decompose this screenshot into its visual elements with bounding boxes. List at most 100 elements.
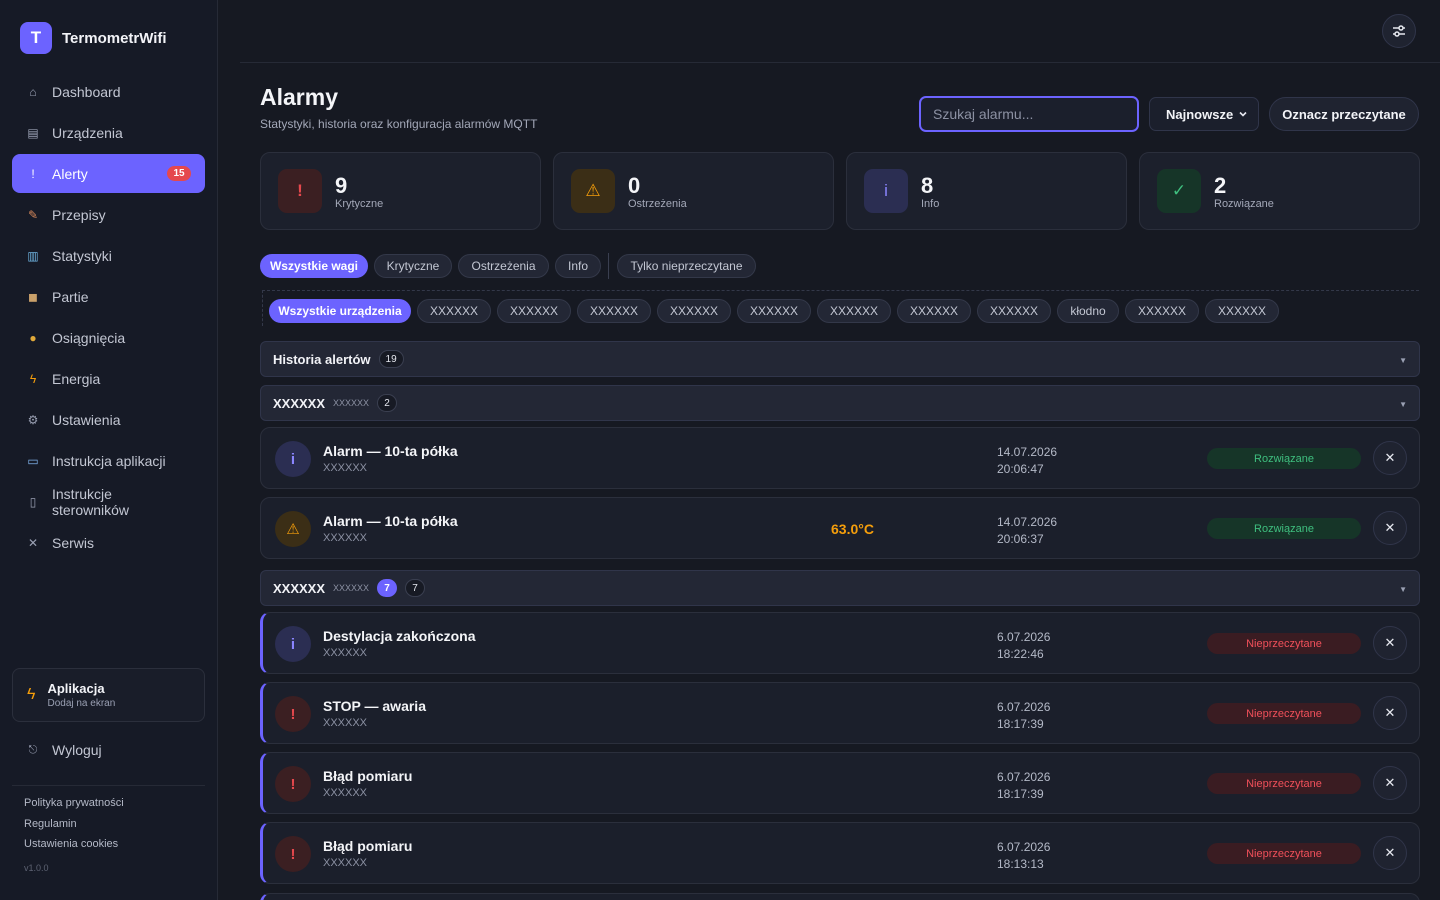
alert-time: 18:17:39 — [997, 717, 1044, 731]
alert-card[interactable]: ⚠ Alarm — 10-ta półka XXXXXX 63.0°C 14.0… — [260, 497, 1420, 559]
filter-divider — [608, 253, 609, 279]
alert-card[interactable]: ! Błąd pomiaru XXXXXX 6.07.2026 18:17:39… — [260, 752, 1420, 814]
devices-icon: ▤ — [27, 125, 39, 140]
info-icon: i — [275, 441, 311, 477]
filter-device[interactable]: XXXXXX — [1205, 299, 1279, 323]
mark-read-button[interactable]: Oznacz przeczytane — [1269, 97, 1419, 131]
filter-device[interactable]: XXXXXX — [417, 299, 491, 323]
filter-all-devices[interactable]: Wszystkie urządzenia — [269, 299, 411, 323]
close-icon: ✕ — [1384, 635, 1396, 650]
close-icon: ✕ — [1384, 705, 1396, 720]
sidebar-item-devices[interactable]: ▤ Urządzenia — [12, 113, 205, 152]
dismiss-alert-button[interactable]: ✕ — [1373, 766, 1407, 800]
cookie-settings-link[interactable]: Ustawienia cookies — [24, 838, 124, 859]
sidebar-item-controller-guides[interactable]: ▯ Instrukcje sterowników — [12, 482, 205, 521]
dismiss-alert-button[interactable]: ✕ — [1373, 836, 1407, 870]
filter-device[interactable]: XXXXXX — [817, 299, 891, 323]
privacy-policy-link[interactable]: Polityka prywatności — [24, 797, 124, 818]
gear-icon: ⚙ — [27, 412, 39, 427]
dismiss-alert-button[interactable]: ✕ — [1373, 696, 1407, 730]
device-group-sub: XXXXXX — [333, 398, 370, 408]
sidebar-item-label: Przepisy — [52, 206, 106, 223]
install-app-card[interactable]: ϟ Aplikacja Dodaj na ekran — [12, 668, 205, 722]
alert-title: Alarm — 10-ta półka — [323, 513, 458, 529]
dismiss-alert-button[interactable]: ✕ — [1373, 441, 1407, 475]
dismiss-alert-button[interactable]: ✕ — [1373, 511, 1407, 545]
alert-card[interactable]: ! Błąd pomiaru XXXXXX 6.07.2026 18:13:13… — [260, 822, 1420, 884]
sidebar-item-dashboard[interactable]: ⌂ Dashboard — [12, 72, 205, 111]
alert-card[interactable]: ! STOP — awaria XXXXXX 6.07.2026 18:17:3… — [260, 682, 1420, 744]
status-badge: Rozwiązane — [1207, 518, 1361, 539]
filter-device[interactable]: XXXXXX — [977, 299, 1051, 323]
box-icon: ◼ — [28, 289, 38, 304]
install-title: Aplikacja — [47, 681, 105, 696]
search-input[interactable] — [919, 96, 1139, 132]
sidebar-item-app-guide[interactable]: ▭ Instrukcja aplikacji — [12, 441, 205, 480]
alert-device: XXXXXX — [323, 857, 368, 869]
logout-icon: ⎋ — [28, 743, 38, 756]
tools-icon: ✕ — [27, 535, 39, 550]
sidebar-item-energy[interactable]: ϟ Energia — [12, 359, 205, 398]
sidebar-item-label: Osiągnięcia — [52, 329, 126, 346]
alert-device: XXXXXX — [323, 462, 368, 474]
stat-value: 2 — [1214, 173, 1227, 198]
alert-timestamp: 14.07.2026 20:06:37 — [997, 514, 1057, 548]
filter-device[interactable]: XXXXXX — [897, 299, 971, 323]
alert-device: XXXXXX — [323, 647, 368, 659]
sort-select[interactable]: Najnowsze — [1149, 97, 1259, 131]
sidebar-item-settings[interactable]: ⚙ Ustawienia — [12, 400, 205, 439]
check-icon: ✓ — [1157, 169, 1201, 213]
logout-button[interactable]: ⎋ Wyloguj — [12, 732, 205, 768]
dismiss-alert-button[interactable]: ✕ — [1373, 626, 1407, 660]
info-icon: i — [864, 169, 908, 213]
footer-links: Polityka prywatności Regulamin Ustawieni… — [24, 797, 124, 859]
filter-critical[interactable]: Krytyczne — [374, 254, 452, 278]
sidebar-item-batches[interactable]: ◼ Partie — [12, 277, 205, 316]
filter-info[interactable]: Info — [555, 254, 601, 278]
sidebar-item-achievements[interactable]: ● Osiągnięcia — [12, 318, 205, 357]
alert-card[interactable]: i Alarm — 10-ta półka XXXXXX 14.07.2026 … — [260, 427, 1420, 489]
alert-icon: ! — [31, 166, 35, 181]
alerts-count-badge: 15 — [167, 166, 191, 181]
chevron-down-icon: ▼ — [1399, 400, 1407, 409]
alert-title: Błąd pomiaru — [323, 838, 413, 854]
filter-device[interactable]: XXXXXX — [657, 299, 731, 323]
device-group-header[interactable]: XXXXXX XXXXXX 7 7 ▼ — [260, 570, 1420, 606]
device-group-name: XXXXXX — [273, 580, 326, 596]
alert-date: 6.07.2026 — [997, 770, 1051, 784]
sidebar: T TermometrWifi ⌂ Dashboard ▤ Urządzenia… — [0, 0, 218, 900]
sidebar-item-stats[interactable]: ▥ Statystyki — [12, 236, 205, 275]
alert-value: 63.0°C — [831, 521, 874, 537]
stat-value: 0 — [628, 173, 641, 198]
filter-device[interactable]: XXXXXX — [497, 299, 571, 323]
sidebar-item-label: Instrukcje sterowników — [52, 485, 130, 518]
book-icon: ▭ — [27, 453, 39, 468]
sidebar-item-alerts[interactable]: ! Alerty 15 — [12, 154, 205, 193]
stat-label: Rozwiązane — [1214, 198, 1274, 210]
brand[interactable]: T TermometrWifi — [20, 22, 167, 54]
sidebar-item-service[interactable]: ✕ Serwis — [12, 523, 205, 562]
filter-unread-only[interactable]: Tylko nieprzeczytane — [617, 254, 756, 278]
app-logo: T — [20, 22, 52, 54]
history-section-header[interactable]: Historia alertów 19 ▼ — [260, 341, 1420, 377]
filter-all-severities[interactable]: Wszystkie wagi — [260, 254, 368, 278]
alert-timestamp: 14.07.2026 20:06:47 — [997, 444, 1057, 478]
filter-device[interactable]: XXXXXX — [737, 299, 811, 323]
alert-title: STOP — awaria — [323, 698, 426, 714]
sidebar-item-recipes[interactable]: ✎ Przepisy — [12, 195, 205, 234]
filter-device[interactable]: XXXXXX — [1125, 299, 1199, 323]
alert-timestamp: 6.07.2026 18:17:39 — [997, 769, 1050, 803]
alert-card-partial[interactable] — [260, 893, 1420, 900]
filter-device-klodno[interactable]: kłodno — [1057, 299, 1119, 323]
device-group-header[interactable]: XXXXXX XXXXXX 2 ▼ — [260, 385, 1420, 421]
terms-link[interactable]: Regulamin — [24, 818, 124, 839]
filter-device[interactable]: XXXXXX — [577, 299, 651, 323]
sidebar-item-label: Dashboard — [52, 83, 121, 100]
sidebar-item-label: Urządzenia — [52, 124, 123, 141]
alert-title: Błąd pomiaru — [323, 768, 413, 784]
critical-icon: ! — [275, 836, 311, 872]
filter-warnings[interactable]: Ostrzeżenia — [458, 254, 549, 278]
filters-toggle-button[interactable] — [1382, 14, 1416, 48]
alert-card[interactable]: i Destylacja zakończona XXXXXX 6.07.2026… — [260, 612, 1420, 674]
device-group-count: 2 — [377, 394, 398, 412]
